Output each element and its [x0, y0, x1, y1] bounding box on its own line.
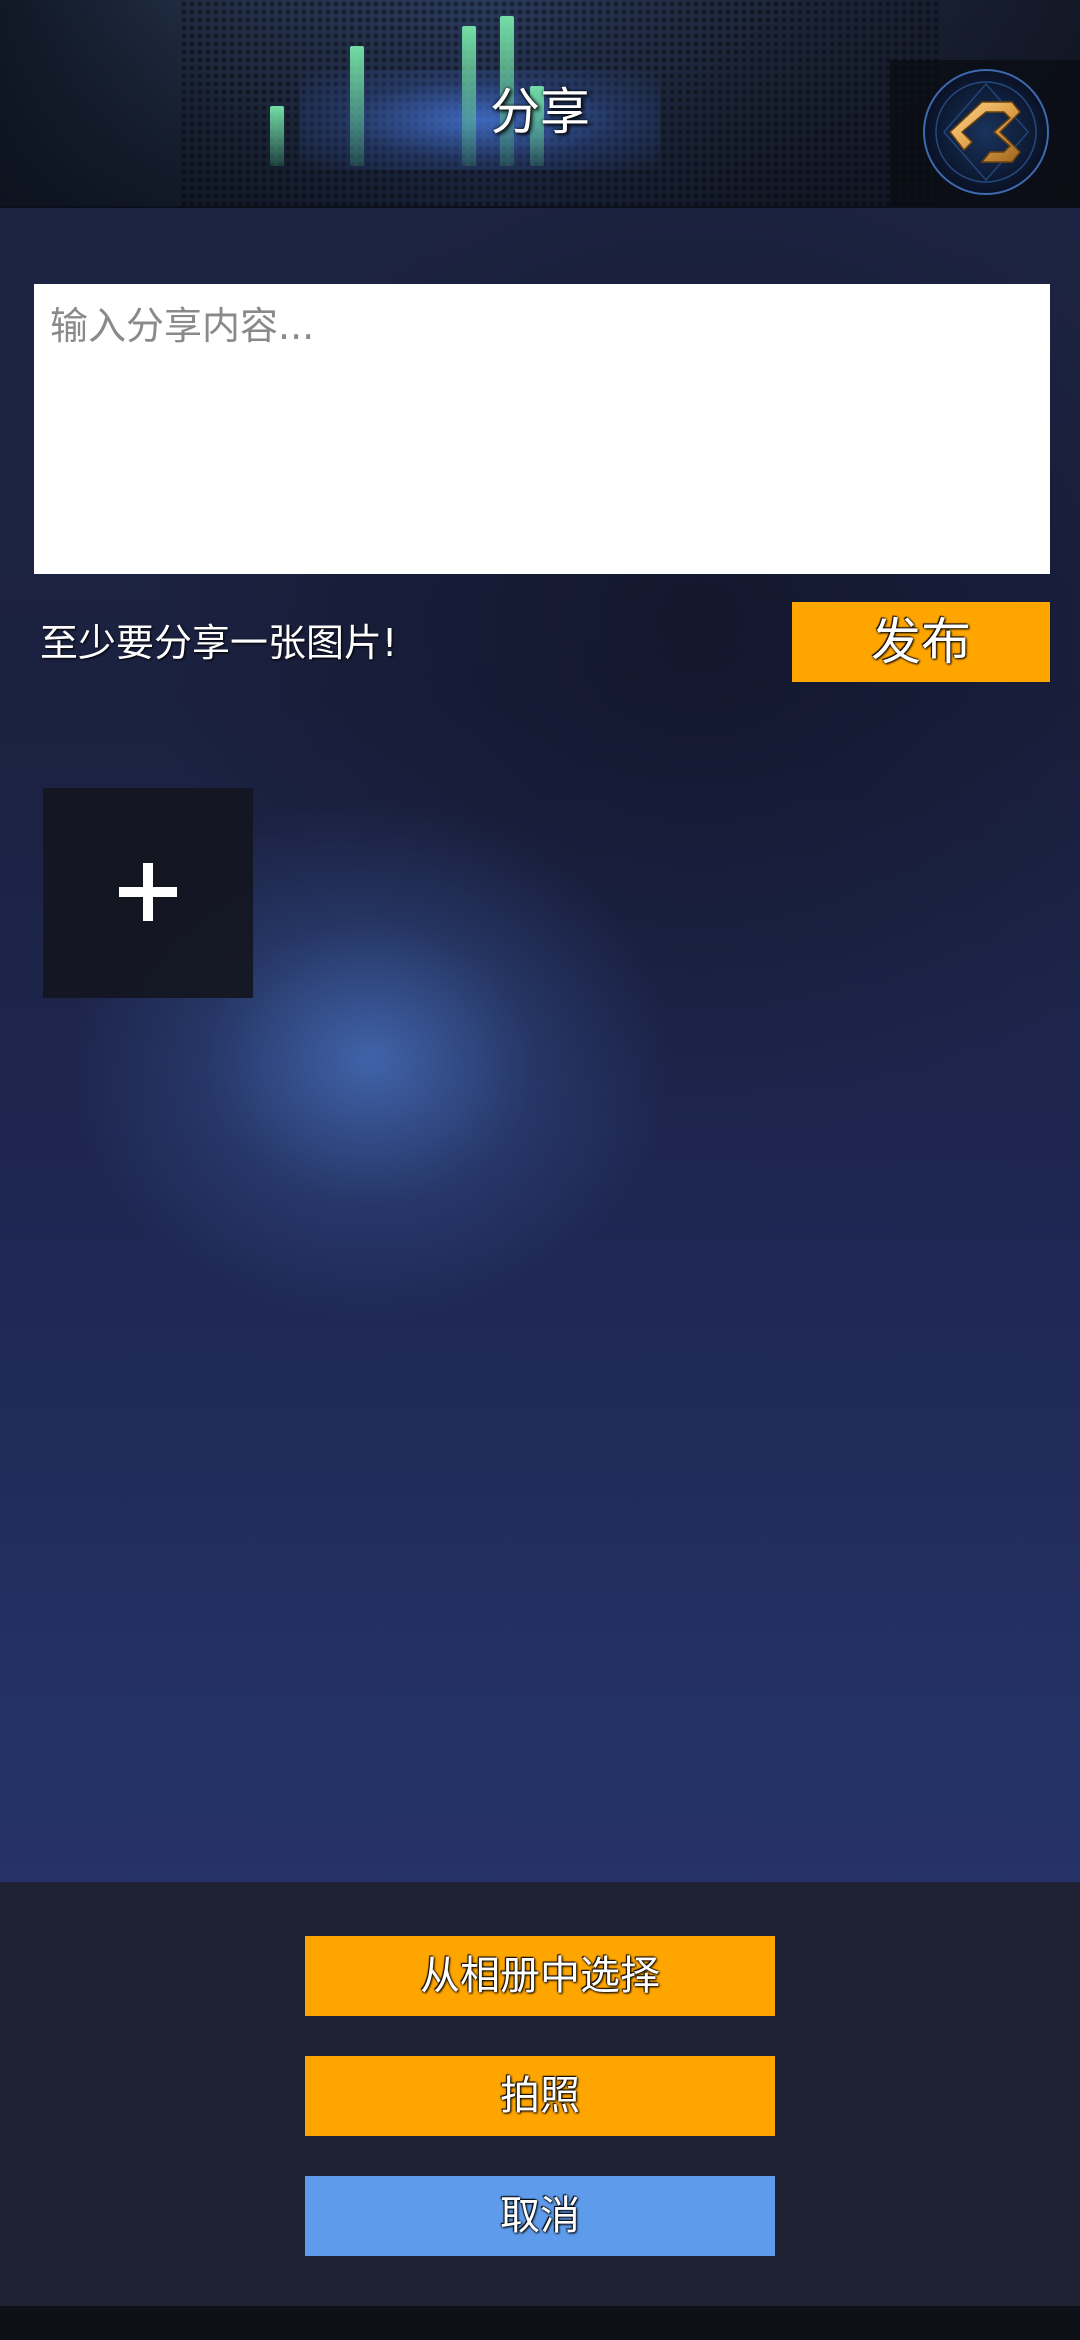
home-return-icon — [923, 69, 1049, 195]
add-image-button[interactable] — [43, 788, 253, 998]
plus-icon — [143, 863, 153, 921]
bottom-strip — [0, 2306, 1080, 2340]
hint-text: 至少要分享一张图片! — [40, 621, 398, 665]
page-title: 分享 — [490, 83, 590, 141]
share-content-input[interactable] — [34, 284, 1050, 574]
publish-button[interactable]: 发布 — [792, 602, 1050, 682]
take-photo-button[interactable]: 拍照 — [305, 2056, 775, 2136]
cancel-button[interactable]: 取消 — [305, 2176, 775, 2256]
action-sheet: 从相册中选择 拍照 取消 — [0, 1882, 1080, 2306]
share-screen: 分享 输入分享内容... 至少要分享一张图片! 发布 从相册中选择 拍照 取消 — [0, 0, 1080, 2340]
header-banner: 分享 — [0, 0, 1080, 208]
choose-from-album-button[interactable]: 从相册中选择 — [305, 1936, 775, 2016]
home-button[interactable] — [920, 66, 1052, 198]
